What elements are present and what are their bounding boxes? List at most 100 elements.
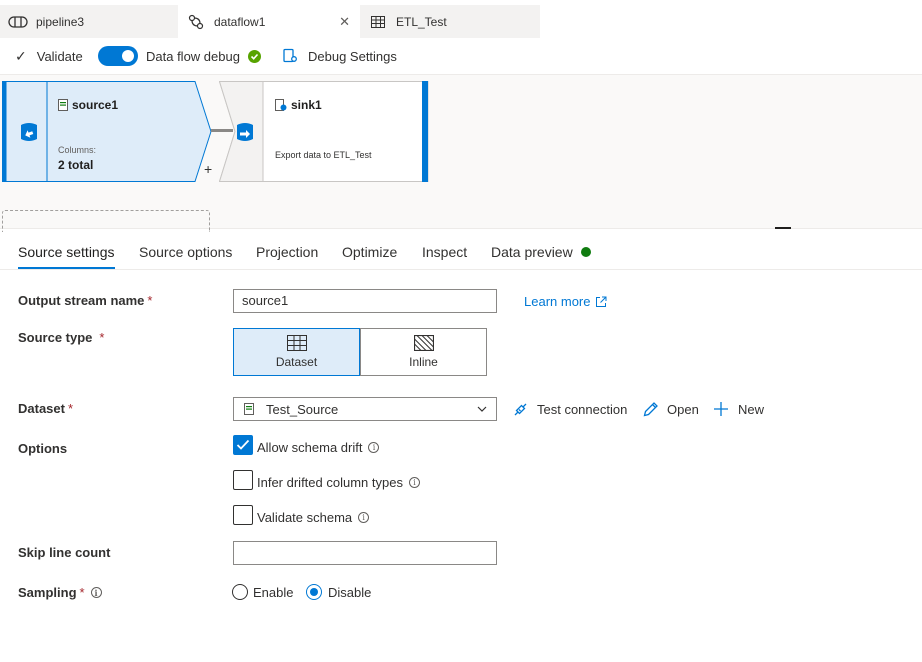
- columns-value: 2 total: [58, 158, 94, 172]
- tab-label: Source settings: [18, 244, 115, 260]
- columns-label: Columns:: [58, 145, 97, 155]
- tab-etl-test[interactable]: ETL_Test: [360, 5, 540, 38]
- external-link-icon: [595, 296, 607, 308]
- source-type-dataset-option[interactable]: Dataset: [233, 328, 360, 376]
- tab-source-options[interactable]: Source options: [139, 244, 232, 260]
- learn-more-label: Learn more: [524, 294, 591, 309]
- document-tab-bar: pipeline3 dataflow1 ✕ ETL_Test: [0, 5, 540, 38]
- allow-schema-drift-checkbox[interactable]: [233, 435, 253, 455]
- infer-drifted-column-types-checkbox[interactable]: [233, 470, 253, 490]
- new-label: New: [738, 401, 765, 417]
- validate-label: Validate: [36, 48, 83, 64]
- inline-option-label: Inline: [409, 355, 438, 369]
- info-icon[interactable]: i: [368, 442, 380, 453]
- hatched-box-icon: [413, 335, 434, 351]
- dataset-select[interactable]: Test_Source: [233, 397, 497, 421]
- tab-pipeline3[interactable]: pipeline3: [0, 5, 178, 38]
- data-flow-debug-toggle[interactable]: Data flow debug: [98, 46, 261, 66]
- info-icon[interactable]: i: [90, 587, 102, 598]
- file-icon: [58, 99, 68, 111]
- source-node-title: source1: [58, 98, 118, 112]
- settings-tab-bar: Source settings Source options Projectio…: [0, 238, 922, 270]
- tab-dataflow1[interactable]: dataflow1 ✕: [178, 5, 360, 38]
- dataflow-icon: [186, 14, 206, 29]
- plug-icon: [512, 401, 529, 418]
- required-marker: *: [67, 401, 74, 416]
- checkmark-icon: ✓: [15, 47, 27, 64]
- info-icon[interactable]: i: [408, 477, 420, 488]
- tab-label: Source options: [139, 244, 233, 260]
- sink-node[interactable]: sink1 Export data to ETL_Test: [219, 81, 430, 182]
- skip-line-count-input[interactable]: [233, 541, 497, 565]
- tab-label: dataflow1: [214, 14, 266, 29]
- toolbar: ✓ Validate Data flow debug Debug Setting…: [0, 38, 922, 74]
- sink-description: Export data to ETL_Test: [275, 150, 372, 160]
- infer-drifted-column-types-label: Infer drifted column types i: [257, 475, 420, 490]
- info-icon[interactable]: i: [358, 512, 370, 523]
- dataset-file-icon: [244, 403, 254, 415]
- sampling-enable-radio[interactable]: [232, 584, 248, 600]
- source-type-label: Source type *: [18, 330, 105, 345]
- success-check-icon: [247, 49, 261, 63]
- source-type-inline-option[interactable]: Inline: [360, 328, 487, 376]
- table-icon: [368, 15, 388, 29]
- tab-label: ETL_Test: [396, 14, 447, 29]
- grid-icon: [286, 335, 307, 351]
- dataflow-canvas[interactable]: source1 Columns: 2 total + sink1 Export …: [0, 74, 922, 232]
- open-label: Open: [667, 402, 699, 417]
- skip-line-count-label: Skip line count: [18, 545, 111, 560]
- options-label: Options: [18, 441, 68, 456]
- source-type-icon: [20, 122, 38, 145]
- required-marker: *: [147, 293, 153, 308]
- sink-node-title: sink1: [275, 98, 322, 112]
- tab-data-preview[interactable]: Data preview: [491, 244, 591, 260]
- tab-label: Optimize: [342, 244, 398, 260]
- required-marker: *: [99, 330, 105, 345]
- sink-dataset-icon: [275, 99, 287, 111]
- tab-label: Inspect: [422, 244, 468, 260]
- sampling-disable-radio[interactable]: [306, 584, 322, 600]
- validate-button[interactable]: ✓ Validate: [15, 48, 83, 65]
- tab-label: Projection: [256, 244, 319, 260]
- tab-projection[interactable]: Projection: [256, 244, 318, 260]
- open-dataset-button[interactable]: Open: [642, 401, 699, 418]
- sink-type-icon: [236, 122, 254, 145]
- tab-label: pipeline3: [36, 14, 85, 29]
- validate-schema-label: Validate schema i: [257, 510, 370, 525]
- close-icon[interactable]: ✕: [339, 14, 350, 30]
- toggle-switch[interactable]: [98, 46, 138, 66]
- validate-schema-checkbox[interactable]: [233, 505, 253, 525]
- sampling-enable-label: Enable: [253, 585, 294, 600]
- chevron-down-icon: [477, 405, 487, 413]
- dataset-select-value: Test_Source: [266, 401, 339, 417]
- tab-optimize[interactable]: Optimize: [342, 244, 397, 260]
- dataset-option-label: Dataset: [275, 355, 318, 369]
- add-source-drop-zone[interactable]: [2, 210, 210, 232]
- tab-inspect[interactable]: Inspect: [422, 244, 467, 260]
- plus-icon: [713, 401, 729, 417]
- test-connection-label: Test connection: [537, 402, 628, 417]
- pipeline-icon: [8, 15, 28, 29]
- learn-more-link[interactable]: Learn more: [524, 294, 607, 309]
- add-transform-button[interactable]: +: [204, 161, 212, 177]
- settings-document-icon: [282, 48, 298, 64]
- pencil-icon: [642, 401, 659, 418]
- source-node-name: source1: [72, 98, 119, 112]
- tab-source-settings[interactable]: Source settings: [18, 244, 115, 269]
- output-stream-name-label: Output stream name *: [18, 293, 153, 308]
- dataset-label: Dataset *: [18, 401, 74, 416]
- status-dot-icon: [580, 247, 591, 257]
- new-dataset-button[interactable]: New: [713, 401, 764, 417]
- tab-label: Data preview: [491, 244, 573, 260]
- sink-node-name: sink1: [291, 98, 322, 112]
- output-stream-name-input[interactable]: source1: [233, 289, 497, 313]
- source-node[interactable]: source1 Columns: 2 total: [2, 81, 212, 182]
- checkmark-icon: [236, 439, 250, 450]
- debug-settings-button[interactable]: Debug Settings: [282, 48, 397, 64]
- debug-label: Data flow debug: [146, 48, 240, 64]
- test-connection-button[interactable]: Test connection: [512, 401, 627, 418]
- debug-settings-label: Debug Settings: [308, 48, 397, 64]
- allow-schema-drift-label: Allow schema drift i: [257, 440, 380, 455]
- resize-handle[interactable]: [775, 227, 791, 229]
- sampling-disable-label: Disable: [328, 585, 372, 600]
